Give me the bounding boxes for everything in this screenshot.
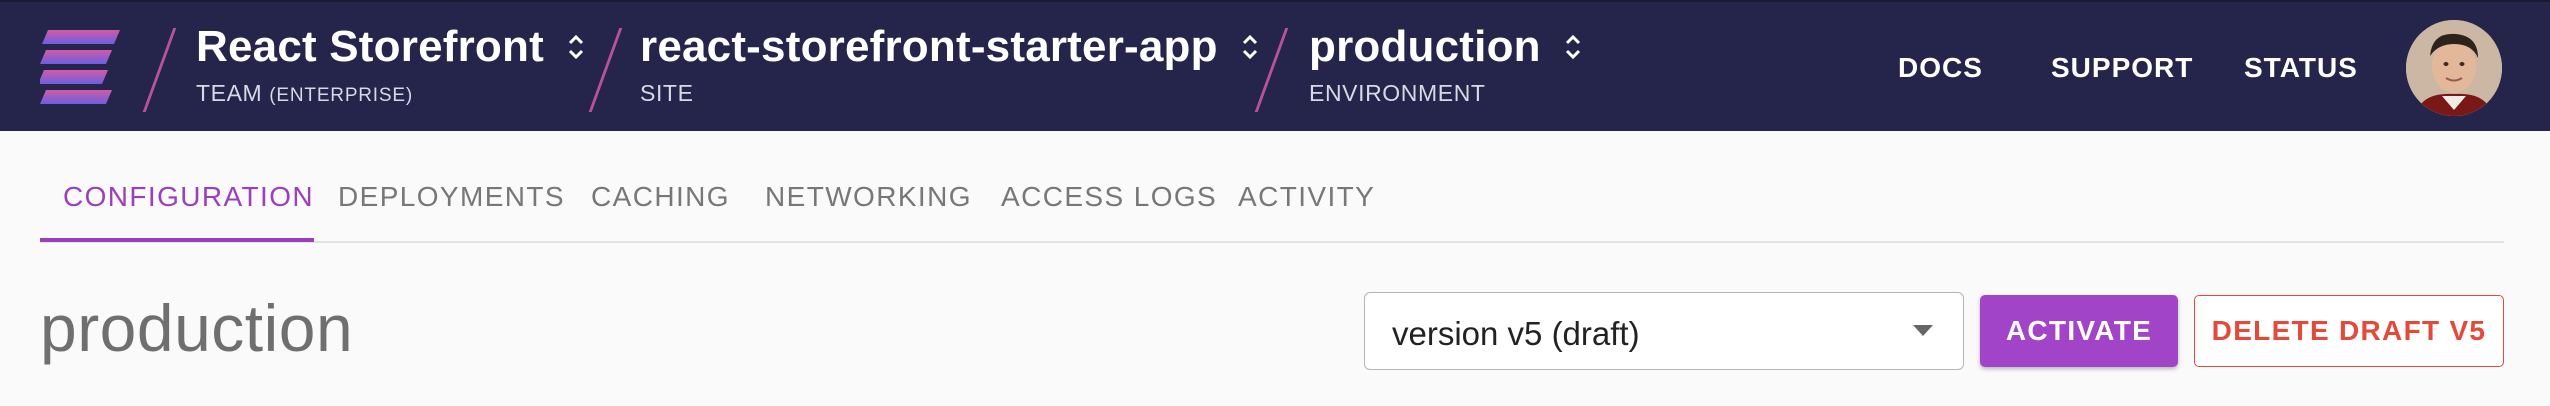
tab-activity[interactable]: ACTIVITY — [1238, 181, 1375, 213]
team-name: React Storefront — [196, 22, 544, 71]
status-link[interactable]: STATUS — [2244, 52, 2358, 84]
tab-configuration[interactable]: CONFIGURATION — [63, 181, 314, 213]
breadcrumb-separator — [142, 28, 177, 112]
environment-switcher[interactable]: production ENVIRONMENT — [1309, 22, 1583, 107]
section-tabs: CONFIGURATION DEPLOYMENTS CACHING NETWOR… — [40, 131, 2504, 243]
unfold-icon — [568, 34, 583, 60]
version-select-value: version v5 (draft) — [1392, 315, 1640, 352]
site-type-label: SITE — [640, 80, 694, 106]
unfold-icon — [1565, 34, 1580, 60]
user-avatar[interactable] — [2406, 20, 2502, 116]
tab-access-logs[interactable]: ACCESS LOGS — [1001, 181, 1217, 213]
version-select[interactable]: version v5 (draft) — [1364, 292, 1964, 370]
activate-button[interactable]: ACTIVATE — [1980, 295, 2178, 367]
page-title: production — [40, 291, 354, 365]
tab-caching[interactable]: CACHING — [591, 181, 730, 213]
team-type-label: TEAM — [196, 80, 263, 106]
app-logo-icon[interactable] — [40, 30, 120, 105]
unfold-icon — [1242, 34, 1257, 60]
user-avatar-icon — [2406, 20, 2502, 116]
site-name: react-storefront-starter-app — [640, 22, 1218, 71]
team-switcher[interactable]: React Storefront TEAM (ENTERPRISE) — [196, 22, 586, 107]
delete-draft-button[interactable]: DELETE DRAFT V5 — [2194, 295, 2504, 367]
site-switcher[interactable]: react-storefront-starter-app SITE — [640, 22, 1260, 107]
active-tab-indicator — [40, 238, 314, 242]
support-link[interactable]: SUPPORT — [2051, 52, 2193, 84]
tab-networking[interactable]: NETWORKING — [765, 181, 972, 213]
environment-name: production — [1309, 22, 1541, 71]
top-navigation-bar: React Storefront TEAM (ENTERPRISE) react… — [0, 0, 2550, 131]
docs-link[interactable]: DOCS — [1898, 52, 1983, 84]
breadcrumb-separator — [588, 28, 623, 112]
breadcrumb-separator — [1254, 28, 1289, 112]
tab-deployments[interactable]: DEPLOYMENTS — [338, 181, 565, 213]
team-plan-label: (ENTERPRISE) — [269, 85, 413, 106]
environment-type-label: ENVIRONMENT — [1309, 80, 1486, 106]
caret-down-icon — [1913, 325, 1933, 336]
